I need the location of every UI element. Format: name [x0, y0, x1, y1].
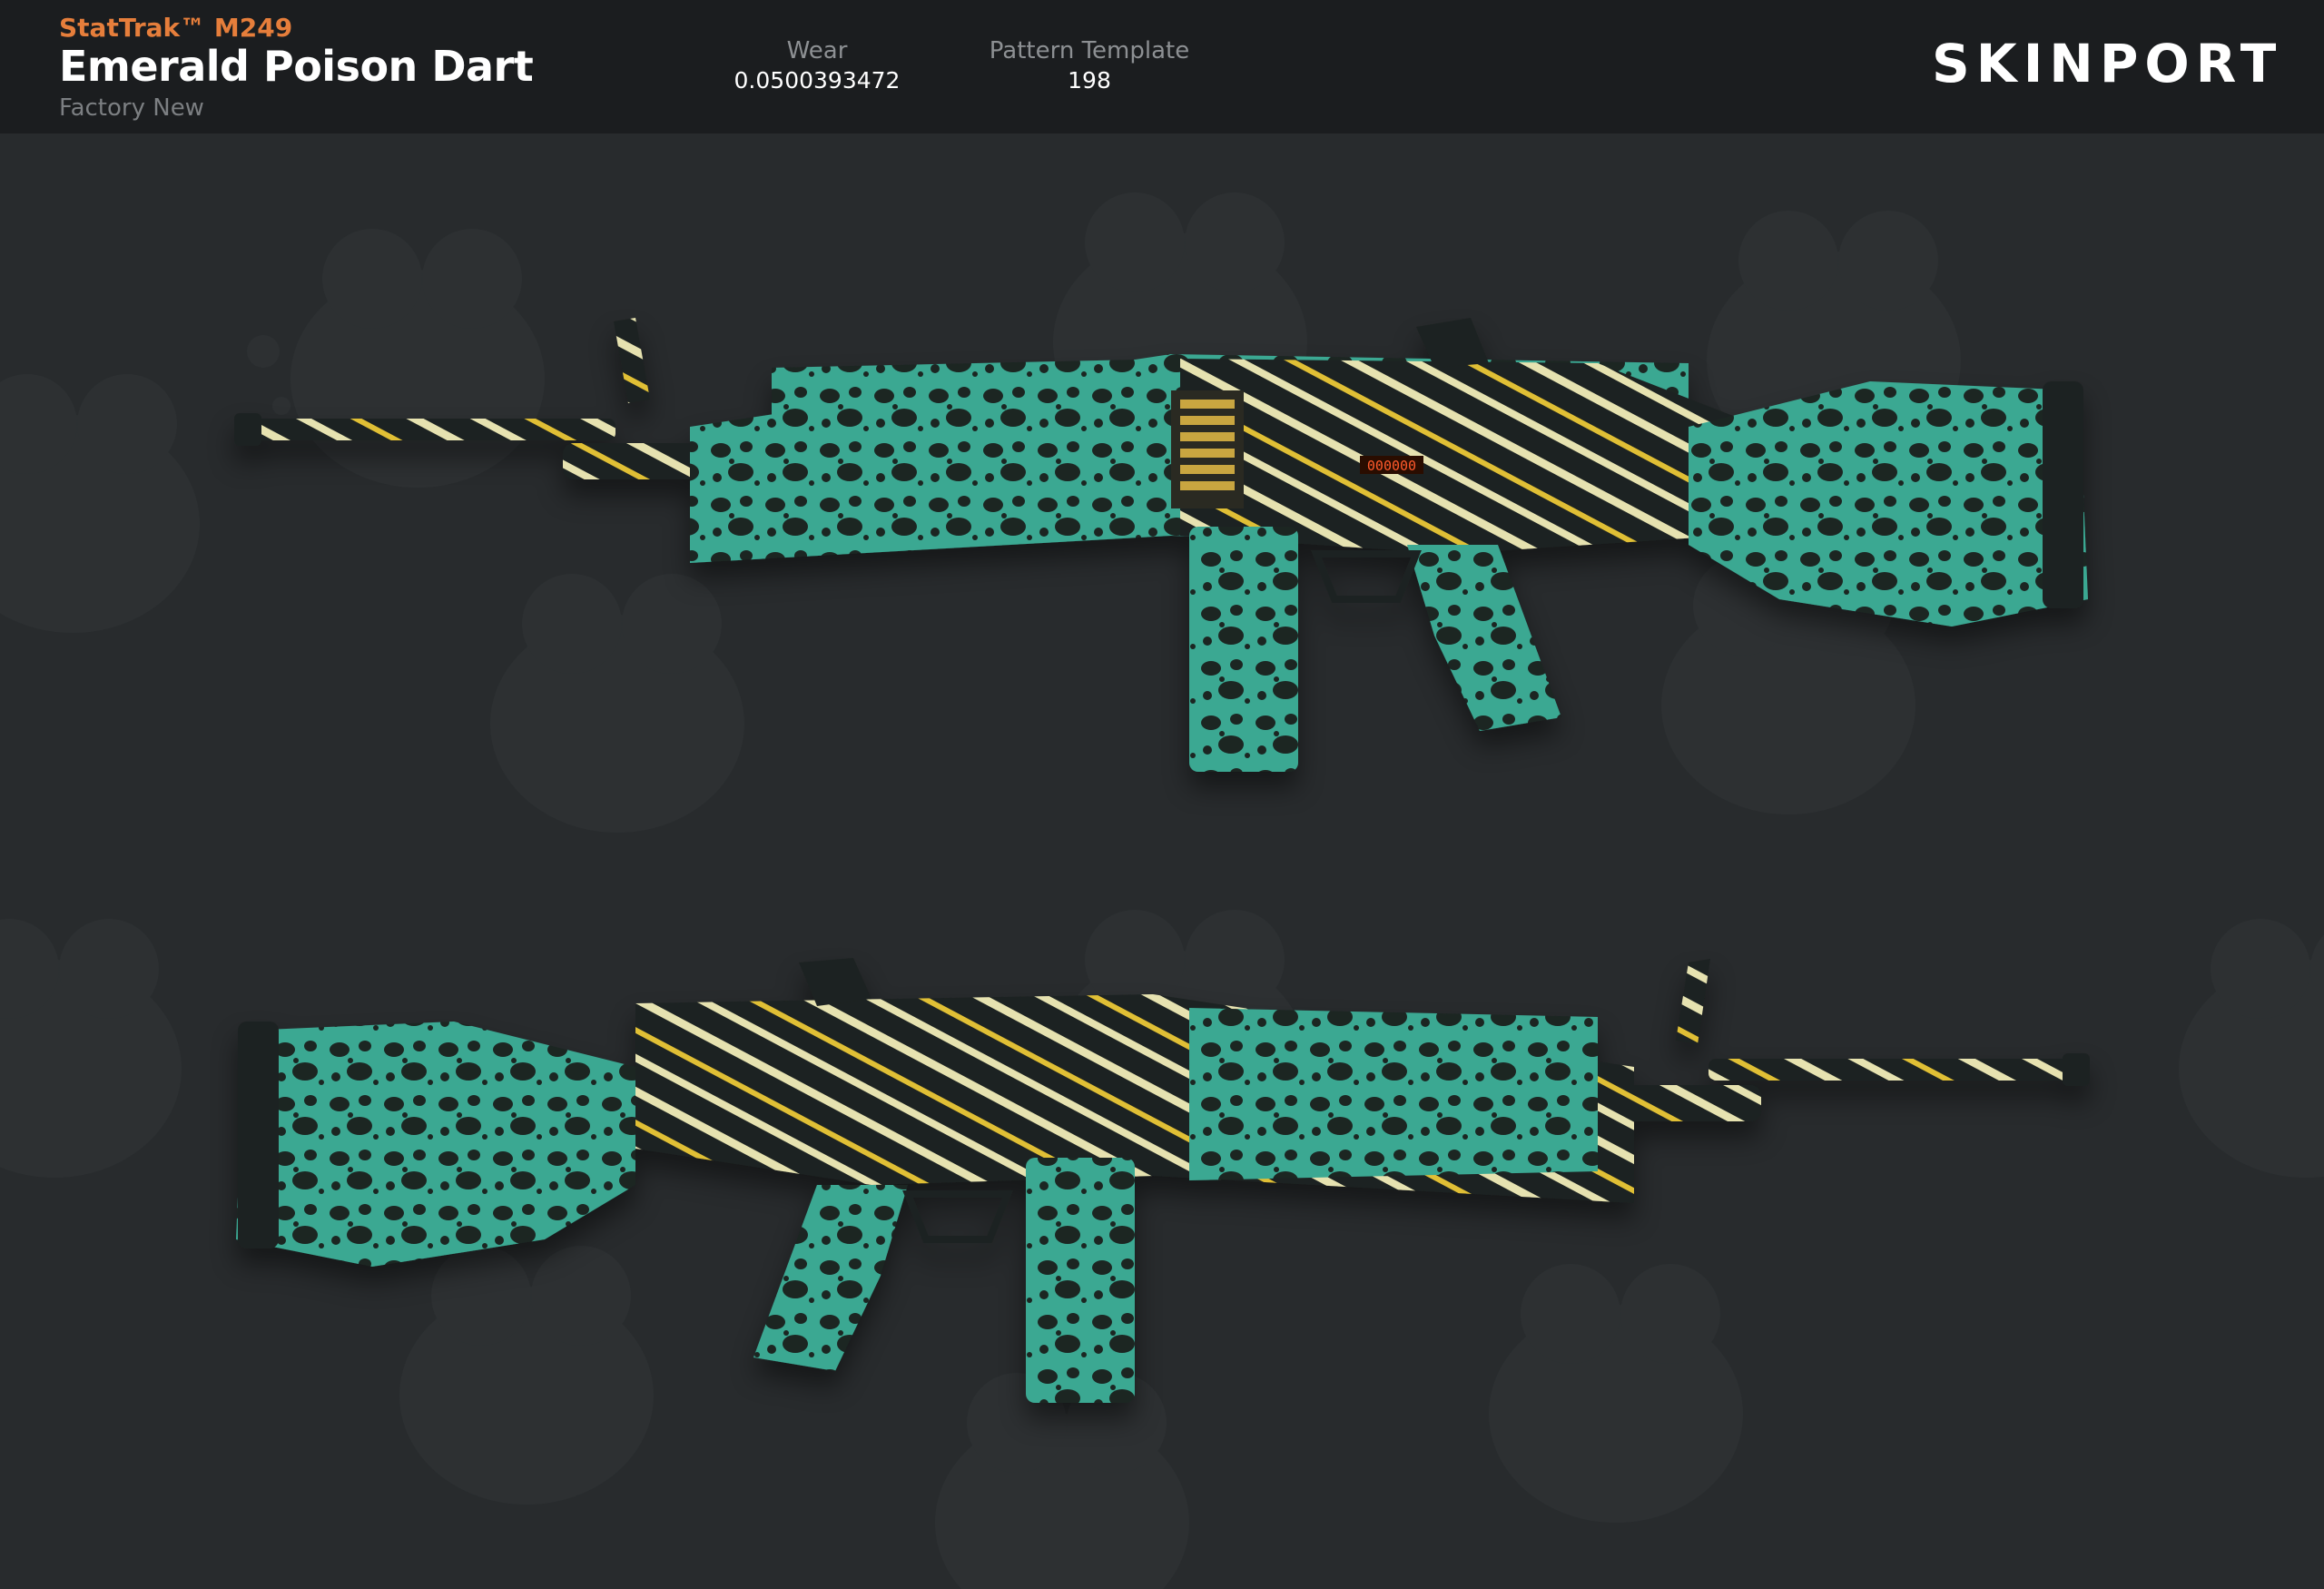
wear-stat: Wear 0.0500393472	[708, 36, 926, 96]
weapon-render-bottom	[236, 958, 2090, 1403]
wear-value: 0.0500393472	[734, 67, 901, 94]
weapon-renders: 000000	[234, 318, 2090, 1403]
item-name-title: Emerald Poison Dart	[59, 42, 534, 91]
weapon-render-top: 000000	[234, 318, 2088, 772]
item-header: StatTrak™ M249 Emerald Poison Dart Facto…	[0, 0, 2324, 133]
skinport-logo[interactable]: SKINPORT	[1932, 36, 2282, 91]
item-exterior-label: Factory New	[59, 94, 204, 122]
pattern-template-label: Pattern Template	[989, 37, 1190, 64]
pattern-template-stat: Pattern Template 198	[962, 36, 1216, 96]
pattern-template-value: 198	[1068, 67, 1111, 94]
svg-text:000000: 000000	[1367, 458, 1416, 474]
skin-inspect-page: 000000 StatTrak™ M249 Emerald Poison Dar…	[0, 0, 2324, 1589]
wear-label: Wear	[786, 37, 848, 64]
item-category-label: StatTrak™ M249	[59, 13, 293, 43]
logo-text: SKINPORT	[1932, 33, 2283, 94]
